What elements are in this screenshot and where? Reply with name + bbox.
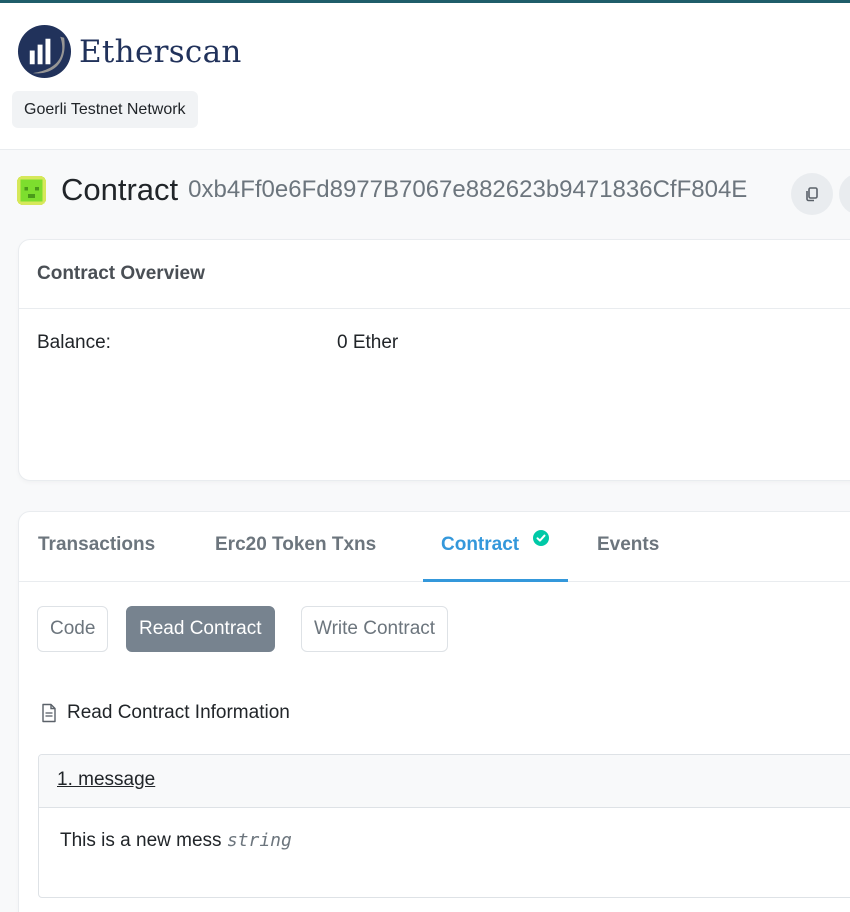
tab-erc20-token-txns[interactable]: Erc20 Token Txns (215, 534, 376, 556)
tab-transactions[interactable]: Transactions (38, 534, 155, 556)
balance-label: Balance: (37, 332, 111, 353)
contract-address[interactable]: 0xb4Ff0e6Fd8977B7067e882623b9471836CfF80… (188, 176, 747, 204)
read-contract-info-title: Read Contract Information (67, 702, 290, 723)
contract-overview-card: Contract Overview Balance: 0 Ether (18, 239, 850, 481)
page-title-row: Contract 0xb4Ff0e6Fd8977B7067e882623b947… (17, 172, 747, 208)
tab-contract[interactable]: Contract (441, 534, 519, 556)
contract-identicon (17, 175, 46, 205)
copy-icon (806, 187, 818, 202)
balance-value: 0 Ether (337, 332, 399, 353)
contract-tabs-card: Transactions Erc20 Token Txns Contract E… (18, 511, 850, 912)
etherscan-logo-icon (17, 24, 72, 79)
verified-badge (533, 530, 549, 546)
read-contract-info: Read Contract Information (41, 702, 290, 724)
method-value: This is a new mess (60, 830, 222, 851)
active-tab-indicator (423, 579, 568, 582)
check-circle-icon (536, 534, 546, 542)
logo-text: Etherscan (79, 33, 242, 70)
overview-heading: Contract Overview (19, 240, 850, 309)
tab-events[interactable]: Events (597, 534, 659, 556)
network-badge: Goerli Testnet Network (12, 91, 198, 128)
main-content: Contract 0xb4Ff0e6Fd8977B7067e882623b947… (0, 150, 850, 912)
read-contract-button[interactable]: Read Contract (126, 606, 275, 652)
method-label[interactable]: 1. message (57, 769, 155, 790)
write-contract-button[interactable]: Write Contract (301, 606, 449, 652)
method-accordion: 1. message This is a new mess string (38, 754, 850, 898)
file-text-icon (42, 703, 56, 723)
code-button[interactable]: Code (37, 606, 109, 652)
tab-bar: Transactions Erc20 Token Txns Contract E… (19, 512, 850, 582)
more-options-button[interactable] (839, 173, 850, 215)
etherscan-logo[interactable]: Etherscan (17, 24, 242, 79)
method-header[interactable]: 1. message (39, 755, 850, 808)
site-header: Etherscan Goerli Testnet Network (0, 3, 850, 150)
copy-address-button[interactable] (791, 173, 833, 215)
method-type: string (226, 830, 292, 851)
page-title: Contract (61, 172, 179, 207)
method-result: This is a new mess string (39, 808, 850, 852)
